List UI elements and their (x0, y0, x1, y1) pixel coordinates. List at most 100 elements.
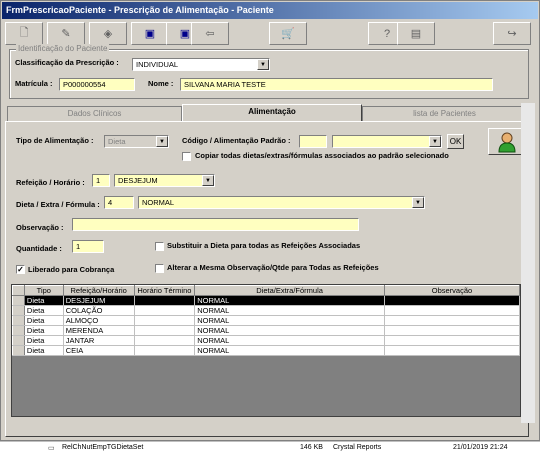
substituir-checkbox[interactable] (155, 242, 164, 251)
matricula-label: Matrícula : (15, 79, 53, 88)
nome-field[interactable]: SILVANA MARIA TESTE (180, 78, 493, 91)
matricula-field[interactable]: P000000554 (59, 78, 135, 91)
search-help-icon: ? (383, 27, 391, 40)
cell-refeicao[interactable]: ALMOÇO (63, 315, 135, 326)
save-button[interactable]: ▣ (131, 22, 169, 45)
row-indicator (12, 335, 25, 346)
exit-icon: ↪ (507, 28, 517, 40)
codigo-label: Código / Alimentação Padrão : (182, 136, 291, 145)
cell-tipo[interactable]: Dieta (24, 335, 64, 346)
cell-observacao[interactable] (384, 345, 520, 356)
copiar-checkbox[interactable] (182, 152, 191, 161)
pencil-icon: ✎ (61, 28, 71, 40)
nome-label: Nome : (148, 79, 174, 88)
cell-horario[interactable] (134, 335, 196, 346)
observacao-label: Observação : (16, 223, 64, 232)
quantidade-field[interactable]: 1 (72, 240, 104, 253)
explorer-file-row: ▭ RelChNutEmpTGDietaSet 146 KB Crystal R… (0, 441, 540, 454)
cell-horario[interactable] (134, 315, 196, 326)
clear-button[interactable]: ◈ (89, 22, 127, 45)
tab-lista-pacientes[interactable]: lista de Pacientes (362, 106, 527, 121)
cell-tipo[interactable]: Dieta (24, 325, 64, 336)
calc-button[interactable]: ▤ (397, 22, 435, 45)
patient-group-legend: Identificação do Paciente (16, 44, 110, 53)
tipo-select[interactable]: Dieta ▼ (104, 135, 169, 148)
cell-tipo[interactable]: Dieta (24, 295, 64, 306)
chevron-down-icon[interactable]: ▼ (202, 175, 214, 186)
table-row[interactable]: Dieta DESJEJUM NORMAL (12, 295, 520, 306)
tab-alimentacao[interactable]: Alimentação (182, 104, 362, 121)
cell-dieta[interactable]: NORMAL (194, 325, 385, 336)
chevron-down-icon[interactable]: ▼ (429, 136, 441, 147)
liberado-checkbox[interactable]: ✓ (16, 265, 25, 274)
grid-header-horario[interactable]: Horário Término (133, 285, 196, 296)
cell-refeicao[interactable]: CEIA (63, 345, 135, 356)
liberado-label: Liberado para Cobrança (28, 265, 115, 274)
chevron-down-icon[interactable]: ▼ (257, 59, 269, 70)
ok-button[interactable]: OK (447, 134, 464, 149)
patient-button[interactable] (488, 128, 525, 155)
alterar-label: Alterar a Mesma Observação/Qtde para Tod… (167, 263, 379, 272)
cell-observacao[interactable] (384, 295, 520, 306)
cell-dieta[interactable]: NORMAL (194, 315, 385, 326)
refeicao-value: DESJEJUM (118, 176, 158, 185)
quantidade-label: Quantidade : (16, 244, 62, 253)
cell-dieta[interactable]: NORMAL (194, 295, 385, 306)
cell-tipo[interactable]: Dieta (24, 345, 64, 356)
cell-horario[interactable] (134, 295, 196, 306)
exit-button[interactable]: ↪ (493, 22, 531, 45)
delete-button[interactable]: ⇦ (191, 22, 229, 45)
padrao-select[interactable]: ▼ (332, 135, 442, 148)
dieta-select[interactable]: NORMAL ▼ (138, 196, 425, 209)
edit-button[interactable]: ✎ (47, 22, 85, 45)
window-title: FrmPrescricaoPaciente - Prescrição de Al… (2, 2, 538, 19)
chevron-down-icon[interactable]: ▼ (156, 136, 168, 147)
alterar-checkbox[interactable] (155, 264, 164, 273)
table-row[interactable]: Dieta ALMOÇO NORMAL (12, 315, 520, 326)
codigo-field[interactable] (299, 135, 327, 148)
cell-observacao[interactable] (384, 315, 520, 326)
cell-tipo[interactable]: Dieta (24, 315, 64, 326)
cell-refeicao[interactable]: DESJEJUM (63, 295, 135, 306)
file-name[interactable]: RelChNutEmpTGDietaSet (62, 444, 143, 451)
table-row[interactable]: Dieta MERENDA NORMAL (12, 325, 520, 336)
cell-horario[interactable] (134, 305, 196, 316)
cell-observacao[interactable] (384, 335, 520, 346)
vertical-scrollbar[interactable] (521, 103, 535, 423)
table-row[interactable]: Dieta COLAÇÃO NORMAL (12, 305, 520, 316)
table-row[interactable]: Dieta JANTAR NORMAL (12, 335, 520, 346)
new-button[interactable]: 🗋 (5, 22, 43, 45)
prescricao-table: Tipo Refeição/Horário Horário Término Di… (12, 285, 520, 356)
cell-refeicao[interactable]: JANTAR (63, 335, 135, 346)
tab-dados-clinicos[interactable]: Dados Clínicos (7, 106, 182, 121)
refeicao-select[interactable]: DESJEJUM ▼ (114, 174, 215, 187)
cell-refeicao[interactable]: MERENDA (63, 325, 135, 336)
file-date: 21/01/2019 21:24 (453, 444, 508, 451)
dieta-num-field[interactable]: 4 (104, 196, 134, 209)
classificacao-label: Classificação da Prescrição : (15, 58, 119, 67)
tipo-value: Dieta (108, 137, 126, 146)
calculator-icon: ▤ (410, 28, 422, 40)
grid-header-observacao[interactable]: Observação (383, 285, 520, 296)
cell-dieta[interactable]: NORMAL (194, 305, 385, 316)
cell-horario[interactable] (134, 325, 196, 336)
file-type: Crystal Reports (333, 444, 382, 451)
grid-header-dieta[interactable]: Dieta/Extra/Fórmula (194, 285, 385, 296)
refeicao-num-field[interactable]: 1 (92, 174, 110, 187)
chevron-down-icon[interactable]: ▼ (412, 197, 424, 208)
cell-dieta[interactable]: NORMAL (194, 335, 385, 346)
grid-header-refeicao[interactable]: Refeição/Horário (62, 285, 135, 296)
row-indicator (12, 295, 25, 306)
observacao-field[interactable] (72, 218, 359, 231)
cell-observacao[interactable] (384, 325, 520, 336)
cell-tipo[interactable]: Dieta (24, 305, 64, 316)
cell-dieta[interactable]: NORMAL (194, 345, 385, 356)
cell-horario[interactable] (134, 345, 196, 356)
table-row[interactable]: Dieta CEIA NORMAL (12, 345, 520, 356)
cell-observacao[interactable] (384, 305, 520, 316)
grid-header-tipo[interactable]: Tipo (23, 285, 64, 296)
save-icon: ▣ (144, 28, 156, 40)
classificacao-select[interactable]: INDIVIDUAL ▼ (132, 58, 270, 71)
cell-refeicao[interactable]: COLAÇÃO (63, 305, 135, 316)
cart-button[interactable]: 🛒 (269, 22, 307, 45)
